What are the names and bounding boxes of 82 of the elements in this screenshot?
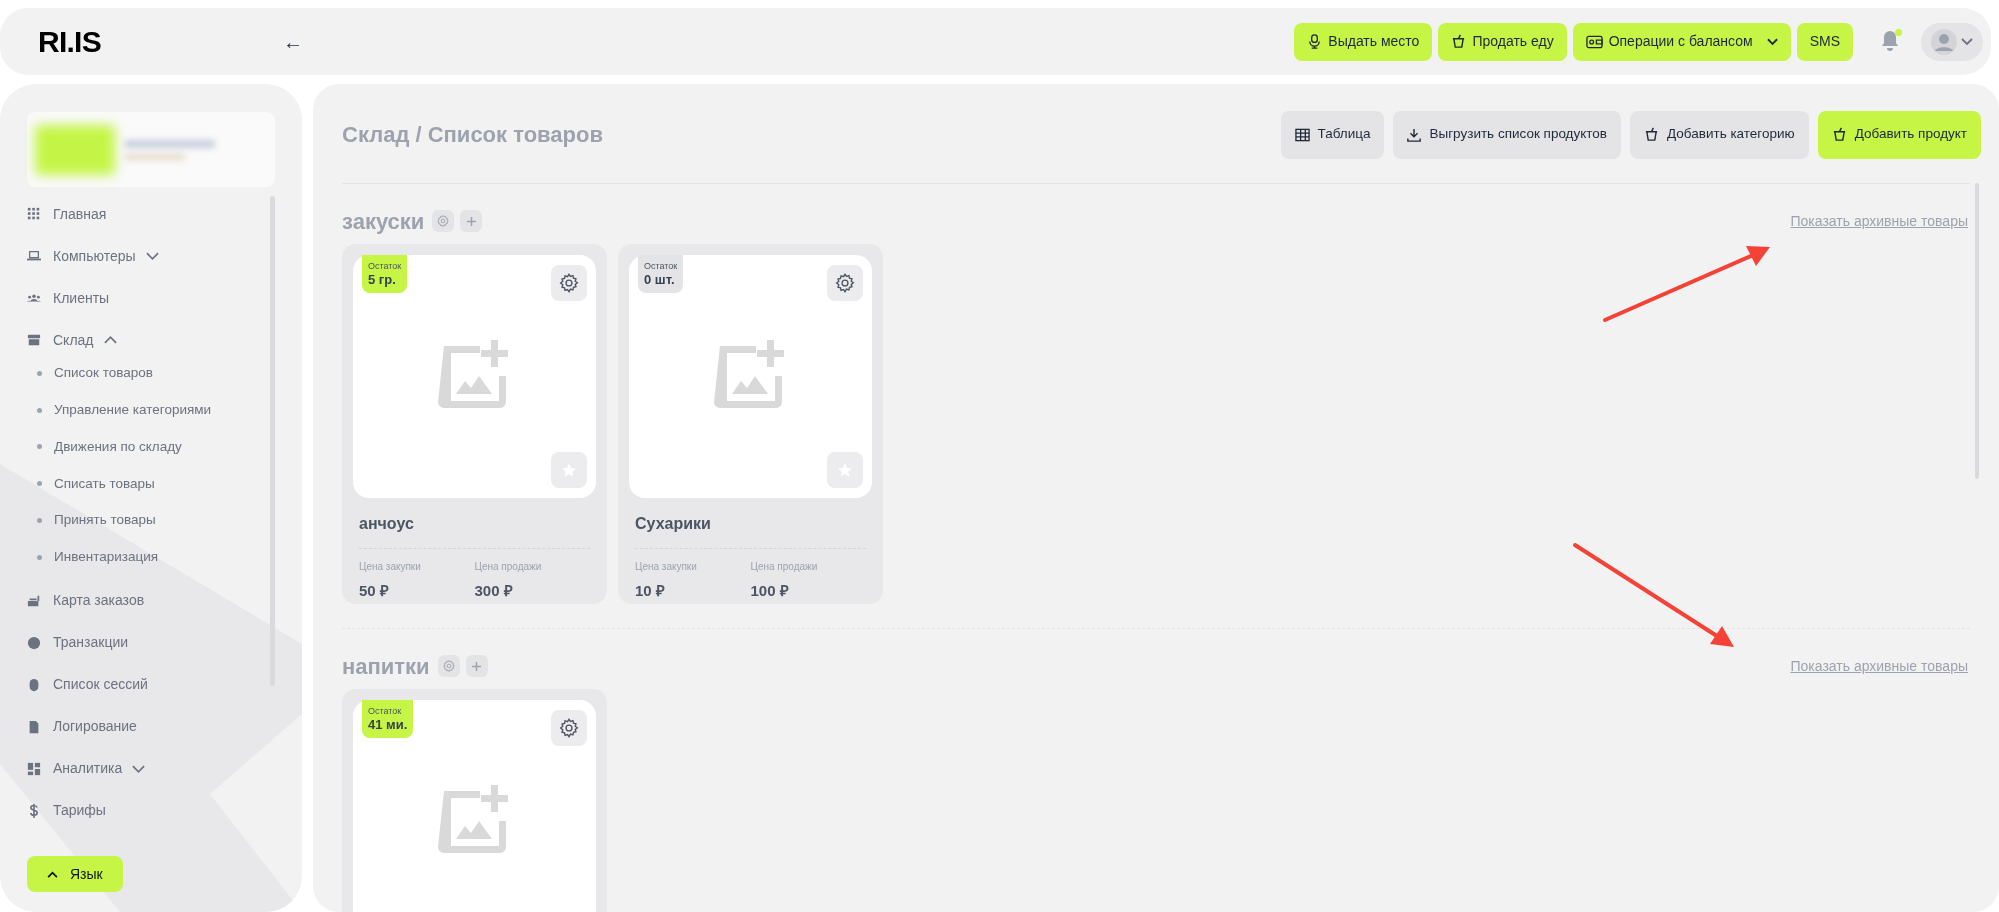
submenu-item[interactable]: Список товаров [54, 363, 153, 384]
breadcrumb: Склад / Список товаров [342, 121, 603, 149]
document-icon [27, 718, 41, 735]
price-label: Цена закупки [359, 560, 422, 574]
plus-icon [471, 660, 483, 672]
action-button[interactable]: Выдать место [1294, 22, 1433, 61]
bullet-icon [37, 370, 42, 376]
toolbar-button[interactable]: Выгрузить список продуктов [1393, 110, 1621, 159]
wallet-icon [1585, 34, 1603, 49]
stock-badge: Остаток 0 шт. [638, 255, 684, 293]
add-button[interactable] [460, 210, 483, 232]
microphone-icon [1307, 34, 1323, 49]
sidebar-item[interactable]: Компьютеры [53, 245, 159, 267]
product-name: анчоус [358, 514, 415, 534]
stock-badge: Остаток 5 гр. [362, 255, 408, 293]
sidebar-item[interactable]: Список сессий [53, 674, 148, 696]
avatar-icon [1931, 28, 1957, 55]
category-title: напитки [342, 652, 430, 681]
back-button[interactable]: ← [283, 26, 303, 57]
toolbar-button[interactable]: Добавить продукт [1817, 110, 1981, 159]
archive-icon [27, 332, 41, 348]
submenu-item[interactable]: Списать товары [54, 473, 155, 494]
gear-icon [436, 214, 451, 228]
settings-button[interactable] [827, 265, 863, 301]
dollar-icon [27, 802, 41, 819]
stock-badge: Остаток 41 ми. [362, 700, 414, 738]
add-button[interactable] [465, 655, 488, 677]
language-button[interactable]: Язык [27, 856, 123, 892]
toolbar-button[interactable]: Добавить категорию [1630, 110, 1809, 159]
price-value: 300 ₽ [474, 581, 514, 601]
logo[interactable]: RI.IS [38, 19, 128, 64]
price-value: 100 ₽ [750, 581, 790, 601]
cup-icon [1831, 127, 1847, 142]
settings-button[interactable] [551, 265, 587, 301]
cup-icon [1644, 127, 1659, 142]
sidebar-item[interactable]: Карта заказов [53, 590, 145, 612]
action-button[interactable]: Продать еду [1438, 22, 1567, 61]
sidebar-item[interactable]: Клиенты [53, 287, 110, 309]
settings-button[interactable] [551, 710, 587, 746]
price-label: Цена продажи [750, 560, 819, 574]
submenu-item[interactable]: Движения по складу [54, 436, 182, 458]
sidebar-item[interactable]: Аналитика [53, 758, 146, 780]
gear-icon [441, 659, 456, 673]
price-value: 50 ₽ [359, 581, 390, 601]
gear-icon [834, 272, 856, 294]
price-label: Цена закупки [635, 560, 698, 574]
action-button[interactable]: Операции с балансом [1572, 22, 1791, 61]
product-card[interactable]: Остаток 0 шт. Сухарики Цена закупки 10 ₽ Цена продажи 100 ₽ [618, 244, 883, 604]
archive-link[interactable]: Показать архивные товары [1790, 655, 1968, 677]
price-label: Цена продажи [474, 560, 543, 574]
submenu-item[interactable]: Инвентаризация [54, 547, 158, 568]
chevron-up-icon [47, 870, 58, 878]
bullet-icon [37, 407, 42, 413]
archive-link[interactable]: Показать архивные товары [1790, 210, 1968, 232]
bullet-icon [37, 518, 42, 524]
plus-icon [465, 215, 477, 227]
grid-icon [27, 206, 41, 222]
cup-icon [1451, 34, 1467, 49]
submenu-item[interactable]: Принять товары [54, 510, 156, 531]
dashboard-icon [27, 760, 41, 777]
download-icon [1407, 127, 1422, 142]
sidebar-item[interactable]: Транзакции [53, 632, 129, 654]
sidebar-item[interactable]: Склад [53, 329, 117, 351]
chevron-down-icon [1961, 37, 1973, 46]
product-card[interactable]: Остаток 5 гр. анчоус Цена закупки 50 ₽ Цена продажи 300 ₽ [342, 244, 607, 604]
submenu-item[interactable]: Управление категориями [54, 400, 212, 421]
table-icon [1294, 127, 1310, 142]
bullet-icon [37, 554, 42, 560]
bullet-icon [37, 444, 42, 450]
toolbar-button[interactable]: Таблица [1280, 110, 1385, 159]
category-title: закуски [342, 207, 425, 236]
product-name: Сухарики [634, 514, 712, 534]
bullet-icon [37, 481, 42, 487]
product-card[interactable]: Остаток 41 ми. [342, 689, 607, 912]
sidebar-item[interactable]: Главная [53, 203, 107, 225]
sidebar-item[interactable]: Логирование [53, 716, 137, 738]
profile-button[interactable] [1921, 22, 1983, 61]
sidebar-item[interactable]: Тарифы [53, 800, 106, 822]
price-value: 10 ₽ [635, 581, 666, 601]
gear-icon [558, 272, 580, 294]
action-button[interactable]: SMS [1796, 22, 1853, 61]
gear-icon [558, 717, 580, 739]
